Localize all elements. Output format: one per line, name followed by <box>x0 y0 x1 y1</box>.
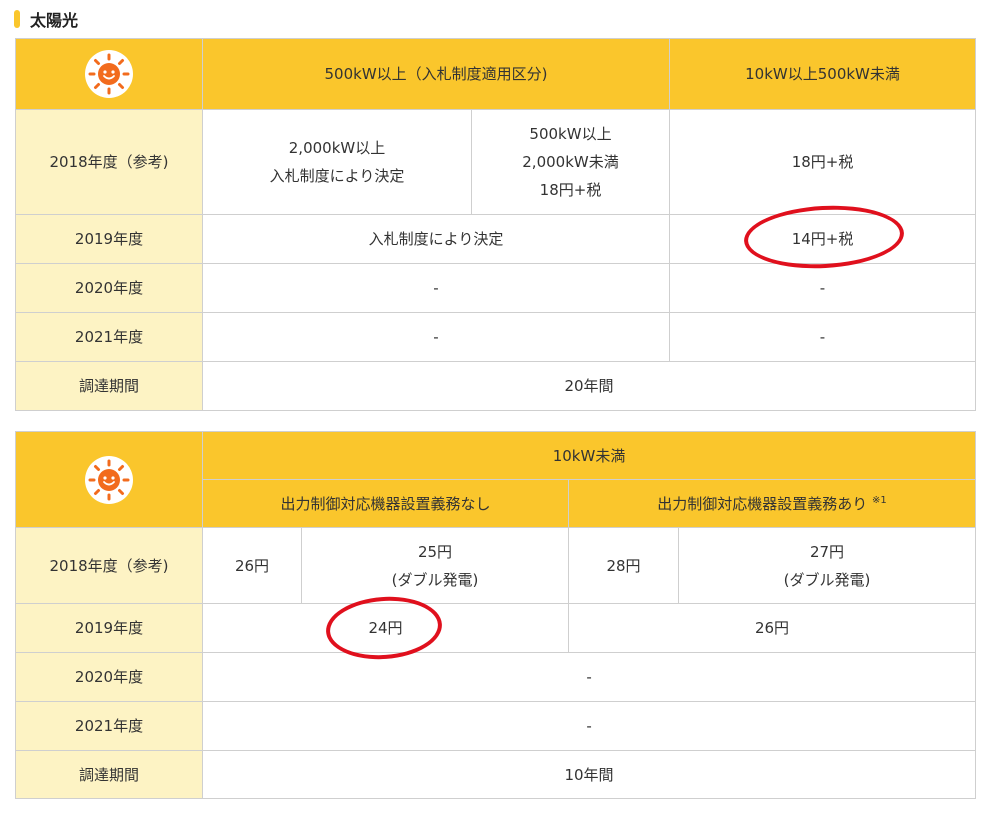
cell-line: 25円 <box>417 542 453 561</box>
header-with-obligation: 出力制御対応機器設置義務あり ※1 <box>567 479 977 528</box>
cell-2019-10-500kw: 14円+税 <box>669 214 977 264</box>
header-with-obligation-label: 出力制御対応機器設置義務あり <box>657 494 868 513</box>
cell-line: 2,000kW以上 <box>288 139 386 157</box>
header-under-10kw: 10kW未満 <box>201 431 977 480</box>
cell-2021-10-500kw: - <box>669 312 977 362</box>
cell-line: 2,000kW未満 <box>522 153 619 171</box>
table2-header-row-top: 10kW未満 <box>15 431 977 528</box>
row-label-2021: 2021年度 <box>15 312 203 362</box>
fit-table-over-10kw: 500kW以上（入札制度適用区分) 10kW以上500kW未満 2018年度（参… <box>15 38 977 411</box>
cell-2021: - <box>201 701 977 751</box>
cell-2018-obl-double: 27円 (ダブル発電) <box>677 527 977 604</box>
row-label-2019: 2019年度 <box>15 214 203 264</box>
cell-2018-no-obl-double: 25円 (ダブル発電) <box>301 527 569 604</box>
table1-header-row: 500kW以上（入札制度適用区分) 10kW以上500kW未満 <box>15 38 977 110</box>
table2-row-2021: 2021年度 - <box>15 701 977 751</box>
table1-row-period: 調達期間 20年間 <box>15 361 977 411</box>
cell-2019-500kw-over: 入札制度により決定 <box>201 214 671 264</box>
row-label-period: 調達期間 <box>15 750 203 799</box>
cell-2019-obl: 26円 <box>567 603 977 653</box>
row-label-2018: 2018年度（参考) <box>15 527 203 604</box>
section-title: 太陽光 <box>30 11 79 30</box>
cell-2019-no-obl: 24円 <box>202 603 569 653</box>
cell-line: 18円+税 <box>539 181 602 199</box>
sun-icon <box>85 455 133 504</box>
sun-icon <box>85 50 133 98</box>
table2-row-2019: 2019年度 24円 26円 <box>15 603 977 653</box>
cell-line: (ダブル発電) <box>391 570 479 589</box>
table2-row-2018: 2018年度（参考) 26円 25円 (ダブル発電) 28円 27円 (ダブル発… <box>15 527 977 604</box>
row-label-period: 調達期間 <box>15 361 203 411</box>
cell-period-10y: 10年間 <box>201 750 977 799</box>
row-label-2019: 2019年度 <box>15 603 203 653</box>
cell-line: 500kW以上 <box>529 125 612 143</box>
table2-row-period: 調達期間 10年間 <box>15 750 977 799</box>
cell-2018-2000kw-over: 2,000kW以上 入札制度により決定 <box>202 109 472 215</box>
cell-2018-10-500kw: 18円+税 <box>669 109 977 215</box>
row-label-2021: 2021年度 <box>15 701 203 751</box>
row-label-2020: 2020年度 <box>15 652 203 702</box>
fit-table-under-10kw: 10kW未満 出力制御対応機器設置義務なし 出力制御対応機器設置義務あり ※1 … <box>15 431 977 799</box>
cell-2018-obl-single: 28円 <box>568 527 679 604</box>
cell-2020-500kw-over: - <box>201 263 671 313</box>
table1-row-2018: 2018年度（参考) 2,000kW以上 入札制度により決定 500kW以上 2… <box>15 109 977 215</box>
cell-2021-500kw-over: - <box>201 312 671 362</box>
table1-row-2020: 2020年度 - - <box>15 263 977 313</box>
header-10-500kw: 10kW以上500kW未満 <box>669 38 977 110</box>
cell-2018-500-2000kw: 500kW以上 2,000kW未満 18円+税 <box>470 109 671 215</box>
table2-row-2020: 2020年度 - <box>15 652 977 702</box>
row-label-2018: 2018年度（参考) <box>15 109 203 215</box>
row-label-2020: 2020年度 <box>15 263 203 313</box>
table1-row-2019: 2019年度 入札制度により決定 14円+税 <box>15 214 977 264</box>
cell-period-20y: 20年間 <box>201 361 977 411</box>
section-heading: 太陽光 <box>14 6 78 32</box>
cell-2018-no-obl-single: 26円 <box>202 527 302 604</box>
cell-2020: - <box>201 652 977 702</box>
cell-line: 27円 <box>809 542 845 561</box>
header-500kw-over: 500kW以上（入札制度適用区分) <box>201 38 671 110</box>
cell-line: 入札制度により決定 <box>269 167 405 185</box>
cell-2020-10-500kw: - <box>669 263 977 313</box>
sun-icon-cell <box>15 431 203 528</box>
table1-row-2021: 2021年度 - - <box>15 312 977 362</box>
cell-line: (ダブル発電) <box>783 570 871 589</box>
heading-accent-bar <box>14 10 20 28</box>
footnote-mark: ※1 <box>872 494 887 506</box>
header-no-obligation: 出力制御対応機器設置義務なし <box>202 479 569 528</box>
sun-icon-cell <box>15 38 203 110</box>
